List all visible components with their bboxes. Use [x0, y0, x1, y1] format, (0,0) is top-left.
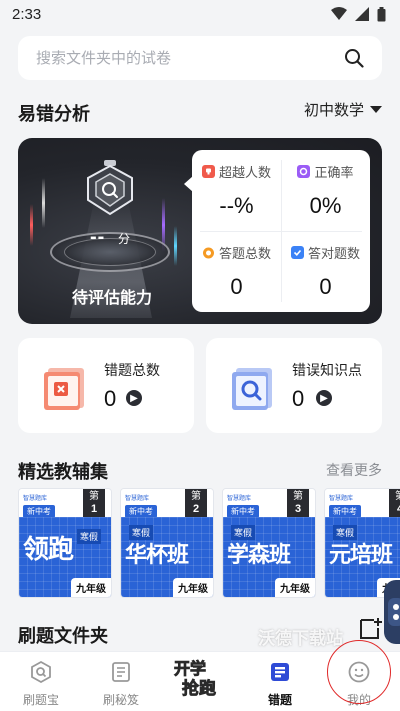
stat-label: 答对题数: [307, 246, 360, 261]
book-brand: 智慧题库: [227, 496, 252, 502]
book-carousel[interactable]: 智慧题库 新中考 第 1 天 寒假 领跑 九年级 智慧题库 新中考 第 2 天 …: [18, 488, 400, 600]
card-value: 0: [104, 386, 117, 411]
wrong-knowledge-card[interactable]: 错误知识点 0 ▶: [206, 338, 382, 433]
knowledge-search-icon: [232, 368, 272, 410]
book-brand: 智慧题库: [23, 496, 48, 502]
status-bar: 2:33: [0, 0, 400, 28]
score-value: --: [90, 226, 106, 248]
nav-item-wrong[interactable]: 错题: [247, 658, 313, 710]
shield-badge-icon: [87, 160, 133, 216]
promo-logo: 开学 抢跑: [174, 659, 217, 700]
stat-value: --%: [219, 193, 254, 218]
nav-label: 刷秘笈: [102, 693, 139, 707]
stat-correct-count: 答对题数 0: [281, 231, 370, 312]
book-brand: 智慧题库: [329, 496, 354, 502]
signal-icon: [355, 7, 369, 21]
day-number: 2: [192, 503, 200, 515]
battery-icon: [377, 6, 386, 21]
day-number: 1: [90, 503, 98, 515]
stat-value: 0: [319, 274, 332, 299]
card-value: 0: [292, 386, 305, 411]
status-time: 2:33: [12, 5, 42, 23]
decor-line: [42, 178, 45, 228]
arrow-right-icon[interactable]: ▶: [316, 390, 332, 406]
analysis-card[interactable]: -- 分 待评估能力 超越人数 --% 正确率 0% 答题总数 0 答对题数 0: [18, 138, 382, 324]
nav-item-shuatibao[interactable]: 刷题宝: [8, 658, 74, 710]
card-label: 错误知识点: [292, 362, 362, 378]
score-label: 待评估能力: [71, 290, 152, 307]
promo-line-1: 开学: [174, 659, 206, 678]
wifi-icon: [331, 7, 347, 20]
nav-label: 刷题宝: [22, 693, 59, 707]
nav-label: 错题: [267, 693, 292, 707]
analysis-title: 易错分析: [18, 104, 90, 124]
book-grade: 九年级: [275, 578, 315, 597]
add-folder-icon[interactable]: [358, 616, 384, 642]
book-grade: 九年级: [71, 578, 111, 597]
subject-dropdown[interactable]: 初中数学: [304, 99, 382, 120]
highlight-circle: [327, 640, 391, 704]
day-prefix: 第: [293, 491, 303, 502]
clock-icon: [202, 247, 214, 259]
status-icons: [331, 6, 386, 22]
day-number: 3: [294, 503, 302, 515]
decor-line: [174, 226, 177, 266]
score-unit: 分: [118, 232, 131, 246]
pedestal-inner: [64, 238, 156, 266]
robot-icon: [388, 598, 400, 626]
book-card[interactable]: 智慧题库 新中考 第 2 天 寒假 华杯班 九年级: [120, 488, 214, 598]
stat-accuracy: 正确率 0%: [281, 150, 370, 231]
notebook-icon: [112, 662, 130, 682]
stats-panel: 超越人数 --% 正确率 0% 答题总数 0 答对题数 0: [184, 150, 370, 312]
book-title: 领跑: [23, 535, 74, 565]
stat-surpass: 超越人数 --%: [192, 150, 281, 231]
book-card[interactable]: 智慧题库 新中考 第 3 天 寒假 学森班 九年级: [222, 488, 316, 598]
book-title: 学森班: [227, 542, 291, 568]
day-prefix: 第: [389, 490, 400, 503]
day-number: 4: [389, 503, 400, 516]
book-brand: 智慧题库: [125, 496, 150, 502]
stat-label: 答题总数: [218, 246, 271, 261]
day-prefix: 第: [89, 491, 99, 502]
nav-item-shuamiji[interactable]: 刷秘笈: [88, 658, 154, 710]
promo-line-2: 抢跑: [182, 678, 216, 698]
search-input[interactable]: [36, 49, 316, 67]
book-title: 华杯班: [125, 542, 189, 568]
trophy-icon: [201, 165, 215, 178]
see-more-link[interactable]: 查看更多: [326, 460, 382, 480]
book-card[interactable]: 智慧题库 新中考 第 1 天 寒假 领跑 九年级: [18, 488, 112, 598]
day-prefix: 第: [191, 491, 201, 502]
check-icon: [290, 246, 304, 259]
stat-label: 超越人数: [218, 165, 271, 180]
decor-line: [30, 204, 33, 246]
book-grade: 九年级: [173, 578, 213, 597]
wrong-book-icon: [271, 663, 289, 681]
stat-label: 正确率: [314, 165, 354, 180]
subject-label: 初中数学: [303, 102, 364, 119]
folders-title: 刷题文件夹: [18, 626, 108, 646]
stat-total-answered: 答题总数 0: [192, 231, 281, 312]
wrong-question-icon: [44, 368, 84, 410]
stat-value: 0: [230, 274, 243, 299]
target-icon: [297, 165, 311, 178]
floating-assistant-button[interactable]: [384, 580, 400, 644]
materials-title: 精选教辅集: [18, 462, 108, 482]
search-bar[interactable]: [18, 36, 382, 80]
card-label: 错题总数: [104, 362, 160, 378]
book-title: 元培班: [329, 542, 393, 568]
arrow-right-icon[interactable]: ▶: [126, 390, 142, 406]
search-book-icon: [31, 660, 51, 684]
nav-item-promo[interactable]: 开学 抢跑: [168, 654, 234, 706]
caret-down-icon: [370, 106, 382, 113]
stat-value: 0%: [309, 193, 342, 218]
watermark: 沃德下载站: [258, 629, 343, 648]
wrong-total-card[interactable]: 错题总数 0 ▶: [18, 338, 194, 433]
search-icon[interactable]: [344, 48, 364, 68]
